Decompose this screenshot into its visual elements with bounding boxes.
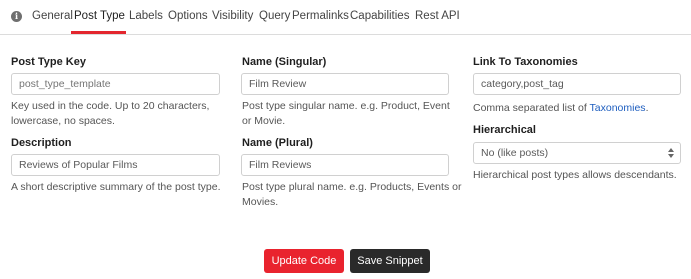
post-type-key-hint: Key used in the code. Up to 20 character…: [11, 100, 210, 127]
tab-general[interactable]: General: [32, 10, 73, 22]
name-singular-input[interactable]: Film Review: [241, 73, 449, 95]
name-plural-input[interactable]: Film Reviews: [241, 154, 449, 176]
link-taxonomies-input[interactable]: category,post_tag: [473, 73, 681, 95]
name-singular-hint: Post type singular name. e.g. Product, E…: [242, 100, 450, 127]
description-hint: A short descriptive summary of the post …: [11, 181, 221, 193]
hierarchical-hint: Hierarchical post types allows descendan…: [473, 169, 677, 181]
active-tab-indicator: [71, 31, 126, 34]
link-taxonomies-hint-text: Comma separated list of: [473, 102, 590, 114]
tab-permalinks[interactable]: Permalinks: [292, 10, 349, 22]
tab-labels[interactable]: Labels: [129, 10, 163, 22]
taxonomies-link[interactable]: Taxonomies: [590, 102, 646, 114]
link-taxonomies-hint-end: .: [645, 102, 649, 114]
name-plural-hint: Post type plural name. e.g. Products, Ev…: [242, 181, 462, 208]
name-singular-label: Name (Singular): [242, 56, 327, 68]
tab-capabilities[interactable]: Capabilities: [350, 10, 409, 22]
post-type-key-input[interactable]: [11, 73, 220, 95]
tab-bar: i General Post Type Labels Options Visib…: [0, 0, 691, 35]
tab-query[interactable]: Query: [259, 10, 290, 22]
name-plural-label: Name (Plural): [242, 137, 313, 149]
post-type-key-label: Post Type Key: [11, 56, 86, 68]
link-taxonomies-hint: Comma separated list of Taxonomies.: [473, 101, 688, 116]
hierarchical-select[interactable]: No (like posts): [473, 142, 681, 164]
tab-rest-api[interactable]: Rest API: [415, 10, 460, 22]
save-snippet-button[interactable]: Save Snippet: [350, 249, 430, 273]
select-arrows-icon: [668, 148, 674, 158]
update-code-button[interactable]: Update Code: [264, 249, 344, 273]
link-taxonomies-label: Link To Taxonomies: [473, 56, 578, 68]
hierarchical-selected-value: No (like posts): [481, 147, 549, 159]
info-icon[interactable]: i: [11, 11, 22, 22]
tab-post-type[interactable]: Post Type: [74, 10, 125, 22]
hierarchical-label: Hierarchical: [473, 124, 536, 136]
description-label: Description: [11, 137, 72, 149]
description-input[interactable]: Reviews of Popular Films: [11, 154, 220, 176]
tab-visibility[interactable]: Visibility: [212, 10, 253, 22]
tab-options[interactable]: Options: [168, 10, 208, 22]
